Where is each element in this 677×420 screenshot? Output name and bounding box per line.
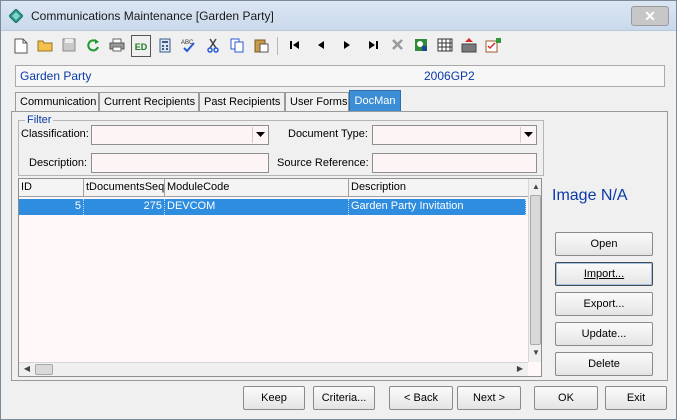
toolbar-separator	[277, 37, 278, 55]
docman-panel: Filter Classification: Document Type: De…	[11, 111, 668, 381]
calendar-grid-icon[interactable]	[435, 35, 455, 57]
grid-header: ID tDocumentsSeq ModuleCode Description	[19, 179, 529, 197]
window-title: Communications Maintenance [Garden Party…	[31, 9, 274, 23]
open-button[interactable]: Open	[555, 232, 653, 256]
chevron-down-icon[interactable]	[520, 127, 535, 143]
open-folder-icon[interactable]	[35, 35, 55, 57]
first-record-icon[interactable]	[285, 35, 305, 57]
documents-grid[interactable]: ID tDocumentsSeq ModuleCode Description …	[18, 178, 542, 377]
record-header: Garden Party 2006GP2	[15, 65, 665, 87]
back-button[interactable]: < Back	[389, 386, 453, 410]
tick-list-icon[interactable]	[483, 35, 503, 57]
copy-icon[interactable]	[227, 35, 247, 57]
edit-icon[interactable]: ED	[131, 35, 151, 57]
horizontal-scrollbar[interactable]: ◀ ▶	[19, 362, 528, 376]
ok-button[interactable]: OK	[534, 386, 598, 410]
delete-button-label: Delete	[588, 358, 620, 370]
next-button[interactable]: Next >	[457, 386, 521, 410]
next-button-label: Next >	[472, 392, 506, 404]
criteria-button-label: Criteria...	[321, 392, 367, 404]
close-window-button[interactable]: ✕	[631, 6, 669, 26]
tab-current-recipients[interactable]: Current Recipients	[99, 92, 199, 111]
print-icon[interactable]	[107, 35, 127, 57]
classification-dropdown[interactable]	[91, 125, 269, 145]
exit-button-label: Exit	[626, 392, 646, 404]
keep-button-label: Keep	[261, 392, 287, 404]
tab-communication[interactable]: Communication	[15, 92, 99, 111]
column-header-description[interactable]: Description	[349, 179, 529, 197]
filter-group: Filter Classification: Document Type: De…	[18, 114, 544, 176]
chevron-down-icon[interactable]	[252, 127, 267, 143]
app-diamond-icon	[9, 9, 23, 23]
document-type-label: Document Type:	[288, 128, 368, 140]
scroll-right-icon[interactable]: ▶	[514, 363, 526, 375]
column-header-id[interactable]: ID	[19, 179, 84, 197]
filter-legend: Filter	[25, 114, 54, 126]
source-reference-input[interactable]	[372, 153, 537, 173]
exit-button[interactable]: Exit	[605, 386, 667, 410]
cut-icon[interactable]	[203, 35, 223, 57]
title-bar: Communications Maintenance [Garden Party…	[1, 1, 676, 31]
image-placeholder: Image N/A	[552, 187, 628, 204]
source-reference-label: Source Reference:	[277, 157, 369, 169]
calculator-icon[interactable]	[155, 35, 175, 57]
last-record-icon[interactable]	[363, 35, 383, 57]
next-record-icon[interactable]	[337, 35, 357, 57]
previous-record-icon[interactable]	[311, 35, 331, 57]
column-header-tdocumentsseq[interactable]: tDocumentsSeq	[84, 179, 165, 197]
save-disk-icon[interactable]	[59, 35, 79, 57]
back-button-label: < Back	[404, 392, 438, 404]
export-button-label: Export...	[583, 298, 625, 310]
document-type-dropdown[interactable]	[372, 125, 537, 145]
find-icon[interactable]	[411, 35, 431, 57]
scroll-down-icon[interactable]: ▼	[530, 347, 541, 359]
cell-description: Garden Party Invitation	[349, 199, 526, 215]
communication-code: 2006GP2	[424, 69, 475, 83]
new-document-icon[interactable]	[11, 35, 31, 57]
vertical-scrollbar[interactable]: ▲ ▼	[528, 179, 541, 362]
scroll-up-icon[interactable]: ▲	[530, 181, 541, 193]
communications-maintenance-window: Communications Maintenance [Garden Party…	[0, 0, 677, 420]
toolbar: ED ABC	[11, 35, 671, 59]
delete-x-icon[interactable]	[387, 35, 407, 57]
cell-id: 5	[19, 199, 84, 215]
cell-tdocumentsseq: 275	[84, 199, 165, 215]
export-icon[interactable]	[459, 35, 479, 57]
tab-docman[interactable]: DocMan	[349, 90, 401, 111]
spellcheck-icon[interactable]: ABC	[179, 35, 199, 57]
refresh-icon[interactable]	[83, 35, 103, 57]
cell-modulecode: DEVCOM	[165, 199, 349, 215]
import-button[interactable]: Import...	[555, 262, 653, 286]
keep-button[interactable]: Keep	[243, 386, 305, 410]
update-button[interactable]: Update...	[555, 322, 653, 346]
description-label: Description:	[29, 157, 88, 169]
scroll-left-icon[interactable]: ◀	[21, 363, 33, 375]
communication-name: Garden Party	[20, 69, 92, 83]
criteria-button[interactable]: Criteria...	[313, 386, 375, 410]
table-row[interactable]: 5 275 DEVCOM Garden Party Invitation	[19, 199, 526, 215]
vertical-scroll-thumb[interactable]	[530, 195, 541, 345]
import-button-label: Import...	[583, 268, 625, 280]
ok-button-label: OK	[558, 392, 574, 404]
delete-button[interactable]: Delete	[555, 352, 653, 376]
paste-icon[interactable]	[251, 35, 271, 57]
horizontal-scroll-thumb[interactable]	[35, 364, 53, 375]
description-input[interactable]	[91, 153, 269, 173]
tab-past-recipients[interactable]: Past Recipients	[199, 92, 285, 111]
tab-user-forms[interactable]: User Forms	[285, 92, 349, 111]
classification-label: Classification:	[21, 128, 89, 140]
update-button-label: Update...	[581, 328, 627, 340]
column-header-modulecode[interactable]: ModuleCode	[165, 179, 349, 197]
export-button[interactable]: Export...	[555, 292, 653, 316]
open-button-label: Open	[590, 238, 618, 250]
